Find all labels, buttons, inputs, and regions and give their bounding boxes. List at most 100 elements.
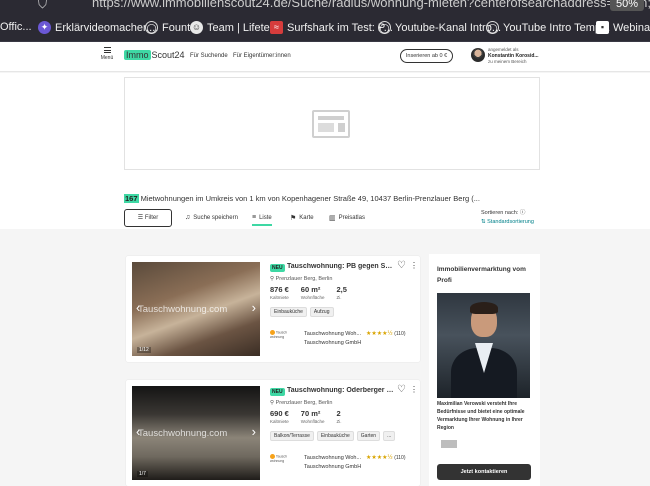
listing-card[interactable]: Tauschwohnung.com ‹ › 1/12 NEU Tauschwoh… (126, 256, 420, 362)
tab-list[interactable]: ≡ Liste (252, 214, 272, 226)
more-options-icon[interactable]: ⋮ (410, 261, 418, 270)
more-tags[interactable]: ... (383, 431, 396, 441)
avatar[interactable] (471, 48, 485, 62)
chart-icon: ▥ (329, 215, 336, 222)
location-pin-icon: ⚲ (270, 276, 275, 282)
listing-address: ⚲ Prenzlauer Berg, Berlin (270, 400, 332, 406)
promo-text: Maximilian Verowski versteht Ihre Bedürf… (437, 401, 525, 431)
chat-icon: ▪ (596, 21, 609, 34)
provider-line1: Tauschwohnung Woh... (304, 455, 362, 461)
sort-arrows-icon: ⇅ (481, 219, 486, 225)
url-text[interactable]: https://www.immobilienscout24.de/Suche/r… (92, 0, 650, 10)
agent-promo: Immobilienvermarktung vom Profi Maximili… (429, 254, 540, 486)
listing-tags: Einbauküche Aufzug (270, 307, 334, 317)
menu-button[interactable]: Menü (100, 47, 114, 61)
bookmark-item[interactable]: ✦ Erklärvideomacher.... (38, 21, 158, 34)
provider-rating: ★★★★½ (110) (366, 454, 406, 461)
filter-button[interactable]: ☰ Filter (124, 209, 172, 227)
chevron-right-icon[interactable]: › (252, 424, 256, 439)
logo-immo: Immo (124, 50, 151, 60)
bookmark-item[interactable]: ▪ Webinare (596, 21, 650, 34)
provider-name[interactable]: Tauschwohnung Woh... Tauschwohnung GmbH (304, 330, 361, 348)
star-icon: ★★★★½ (366, 331, 393, 337)
hamburger-icon (103, 47, 111, 53)
tab-map[interactable]: ⚑ Karte (290, 214, 314, 222)
provider-name[interactable]: Tauschwohnung Woh... Tauschwohnung GmbH (304, 454, 361, 472)
bookmark-item[interactable]: ◯ YouTube Intro Temp... (486, 21, 610, 34)
image-counter: 1/7 (137, 471, 148, 477)
heart-icon[interactable]: ♡ (397, 260, 406, 271)
listing-card[interactable]: Tauschwohnung.com ‹ › 1/7 NEU Tauschwohn… (126, 380, 420, 486)
sort-label: Sortieren nach: (481, 210, 519, 216)
bookmark-label: Erklärvideomacher.... (55, 21, 159, 34)
listing-image[interactable]: Tauschwohnung.com ‹ › 1/7 (132, 386, 260, 480)
sort-control[interactable]: Sortieren nach: ⓘ ⇅ Standardsortierung (481, 209, 534, 227)
bell-icon: ♫ (185, 214, 191, 221)
results-title: 167 Mietwohnungen im Umkreis von 1 km vo… (124, 194, 480, 203)
address-text: Prenzlauer Berg, Berlin (275, 276, 333, 282)
rating-count: (110) (394, 331, 406, 337)
tag: Aufzug (309, 307, 334, 317)
lifetec-icon: ☺ (190, 21, 203, 34)
bookmark-item[interactable]: ◯ Youtube-Kanal Intro... (378, 21, 501, 34)
fact-area: 70 m² Wohnfläche (301, 409, 325, 424)
bookmark-label: Fount (162, 21, 191, 34)
price-value: 876 € (270, 285, 289, 294)
chevron-right-icon[interactable]: › (252, 300, 256, 315)
bookmark-label: Offic... (0, 21, 32, 33)
filter-label: Filter (144, 215, 159, 221)
listing-title[interactable]: Tauschwohnung: PB gegen Sch... (287, 263, 395, 270)
globe-icon: ◯ (486, 21, 499, 34)
tag: Einbauküche (270, 307, 307, 317)
listing-image[interactable]: Tauschwohnung.com ‹ › 1/12 (132, 262, 260, 356)
bookmarks-bar: Offic... ✦ Erklärvideomacher.... ◯ Fount… (0, 14, 650, 42)
image-counter: 1/12 (137, 347, 151, 353)
tab-price-atlas[interactable]: ▥ Preisatlas (329, 214, 365, 222)
user-info[interactable]: angemeldet als Konstantin Korosid... zu … (488, 47, 539, 65)
bookmark-item[interactable]: Offic... (0, 21, 32, 33)
fact-rooms: 2 Zi. (336, 409, 341, 424)
user-status: angemeldet als (488, 47, 519, 52)
more-options-icon[interactable]: ⋮ (410, 385, 418, 394)
info-icon: ⓘ (519, 210, 526, 216)
filter-icon: ☰ (137, 215, 144, 221)
chevron-left-icon[interactable]: ‹ (136, 424, 140, 439)
rooms-value: 2,5 (336, 285, 347, 294)
user-area-link: zu meinem Bereich (488, 59, 527, 64)
fact-area: 60 m² Wohnfläche (301, 285, 325, 300)
results-header-area: 167 Mietwohnungen im Umkreis von 1 km vo… (0, 73, 650, 229)
price-value: 690 € (270, 409, 289, 418)
bookmark-item[interactable]: ◯ Fount (145, 21, 190, 34)
agent-photo (437, 293, 530, 398)
provider-line1: Tauschwohnung Woh... (304, 331, 362, 337)
nav-searchers[interactable]: Für Suchende (190, 53, 228, 59)
chevron-left-icon[interactable]: ‹ (136, 300, 140, 315)
bookmark-label: Team | Lifetec (207, 21, 276, 34)
fact-price: 876 € Kaltmiete (270, 285, 289, 300)
provider-line2: Tauschwohnung GmbH (304, 464, 362, 470)
site-logo[interactable]: Immo Scout24 (124, 50, 185, 60)
save-search-button[interactable]: ♫ Suche speichern (185, 214, 238, 221)
contact-button[interactable]: Jetzt kontaktieren (437, 464, 531, 480)
agency-logo (441, 440, 457, 448)
area-label: Wohnfläche (300, 419, 325, 424)
map-icon: ⚑ (290, 215, 297, 222)
bookmark-item[interactable]: ≈ Surfshark im Test: P... (270, 21, 393, 34)
promo-title: Immobilienvermarktung vom Profi (437, 266, 526, 284)
nav-owners[interactable]: Für Eigentümer:innen (233, 53, 291, 59)
heart-icon[interactable]: ♡ (397, 384, 406, 395)
listing-tags: Balkon/Terrasse Einbauküche Garten ... (270, 431, 396, 441)
logo-scout: Scout24 (151, 50, 185, 60)
surfshark-icon: ≈ (270, 21, 283, 34)
bookmark-item[interactable]: ☺ Team | Lifetec (190, 21, 275, 34)
insert-button[interactable]: Inserieren ab 0 € (400, 49, 453, 63)
listing-title[interactable]: Tauschwohnung: Oderberger St... (287, 387, 395, 394)
save-search-label: Suche speichern (193, 214, 238, 221)
address-text: Prenzlauer Berg, Berlin (275, 400, 333, 406)
tab-price-atlas-label: Preisatlas (338, 215, 365, 221)
rooms-label: Zi. (336, 419, 342, 424)
bookmark-label: YouTube Intro Temp... (503, 21, 611, 34)
price-label: Kaltmiete (270, 295, 289, 300)
browser-url-bar[interactable]: ⛉ https://www.immobilienscout24.de/Suche… (0, 0, 650, 14)
zoom-level[interactable]: 50% (609, 0, 644, 11)
